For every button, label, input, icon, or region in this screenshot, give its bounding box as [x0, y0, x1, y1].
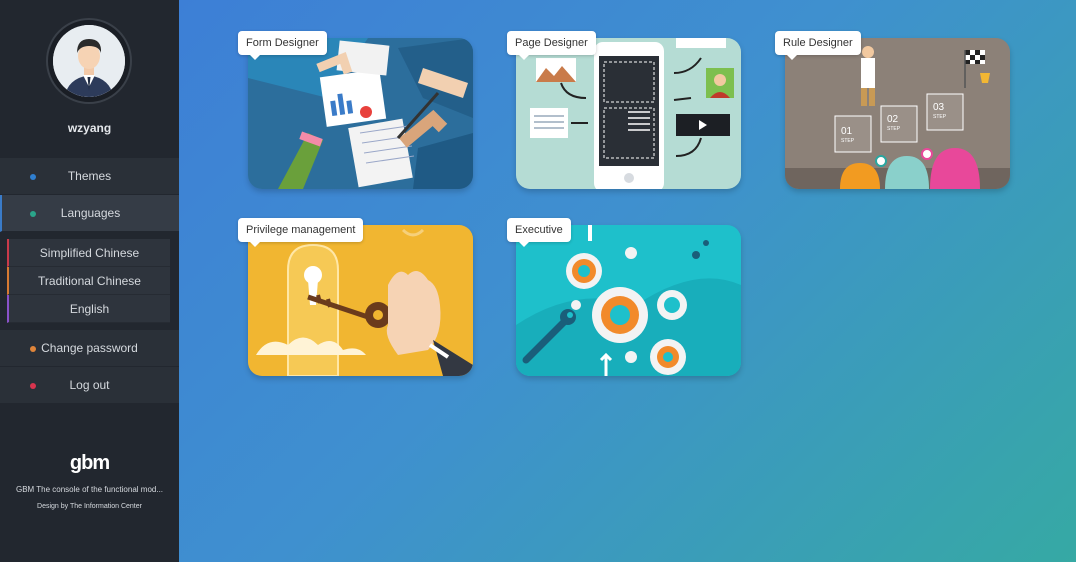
avatar-ring	[46, 18, 132, 104]
brand-description: GBM The console of the functional mod...	[15, 485, 164, 494]
menu-item-themes[interactable]: Themes	[0, 158, 179, 195]
username: wzyang	[67, 121, 112, 135]
step-label-03: STEP	[933, 114, 947, 120]
language-option-simplified-chinese[interactable]: Simplified Chinese	[7, 239, 170, 267]
form-designer-illustration	[248, 38, 473, 189]
tag-privilege-management[interactable]: Privilege management	[238, 218, 364, 247]
card-page-designer[interactable]	[516, 38, 741, 189]
languages-dot-icon	[30, 211, 36, 217]
step-number-03: 03	[933, 102, 945, 113]
logout-dot-icon	[30, 383, 36, 389]
menu-item-themes-label: Themes	[67, 169, 112, 183]
rule-designer-illustration: 01 STEP 02 STEP 03 STEP	[785, 38, 1010, 189]
menu-item-languages-label: Languages	[60, 206, 121, 220]
tag-form-designer[interactable]: Form Designer	[238, 31, 327, 60]
sidebar: wzyang Themes Languages Simplified Chine…	[0, 0, 179, 562]
privilege-management-illustration	[248, 225, 473, 376]
step-label-02: STEP	[887, 126, 901, 132]
avatar[interactable]	[53, 25, 125, 97]
brand-logo: gbm	[69, 452, 110, 474]
menu-item-change-password-label: Change password	[41, 341, 138, 355]
step-label-01: STEP	[841, 138, 855, 144]
menu-item-logout-label: Log out	[69, 378, 110, 392]
card-executive[interactable]	[516, 225, 741, 376]
sidebar-menu: Themes Languages Simplified Chinese Trad…	[0, 158, 179, 404]
main-content: Form Designer Page Designer 01 STEP 02 S…	[179, 0, 1076, 562]
card-rule-designer[interactable]: 01 STEP 02 STEP 03 STEP	[785, 38, 1010, 189]
step-number-01: 01	[841, 126, 853, 137]
change-password-dot-icon	[30, 346, 36, 352]
languages-submenu: Simplified Chinese Traditional Chinese E…	[0, 232, 179, 330]
themes-dot-icon	[30, 174, 36, 180]
menu-item-logout[interactable]: Log out	[0, 367, 179, 404]
language-option-english[interactable]: English	[7, 295, 170, 323]
executive-illustration	[516, 225, 741, 376]
menu-item-change-password[interactable]: Change password	[0, 330, 179, 367]
tag-executive[interactable]: Executive	[507, 218, 571, 247]
language-option-traditional-chinese[interactable]: Traditional Chinese	[7, 267, 170, 295]
tag-page-designer[interactable]: Page Designer	[507, 31, 596, 60]
page-designer-illustration	[516, 38, 741, 189]
user-avatar-icon	[53, 25, 125, 97]
tag-rule-designer[interactable]: Rule Designer	[775, 31, 861, 60]
step-number-02: 02	[887, 114, 899, 125]
menu-item-languages[interactable]: Languages	[0, 195, 179, 232]
brand-credit: Design by The Information Center	[37, 503, 142, 510]
card-form-designer[interactable]	[248, 38, 473, 189]
card-privilege-management[interactable]	[248, 225, 473, 376]
